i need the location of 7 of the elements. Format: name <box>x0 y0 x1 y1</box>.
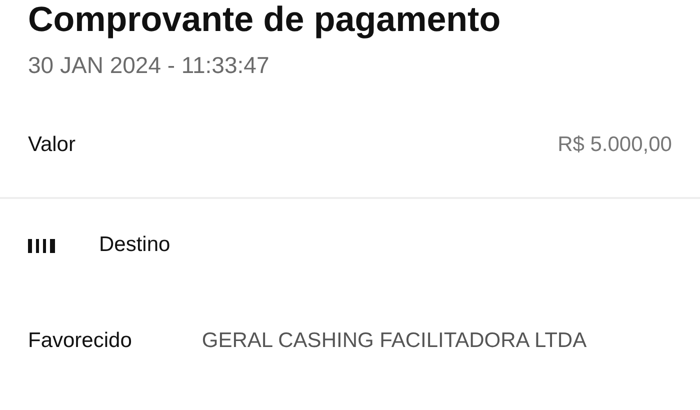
field-value: GERAL CASHING FACILITADORA LTDA <box>202 329 587 353</box>
page-title: Comprovante de pagamento <box>28 0 502 40</box>
amount-value: R$ 5.000,00 <box>558 133 672 157</box>
field-label: Favorecido <box>28 329 132 353</box>
amount-label: Valor <box>28 133 76 157</box>
payment-date: 30 JAN 2024 - 11:33:47 <box>28 52 270 79</box>
section-title: Destino <box>99 233 170 257</box>
